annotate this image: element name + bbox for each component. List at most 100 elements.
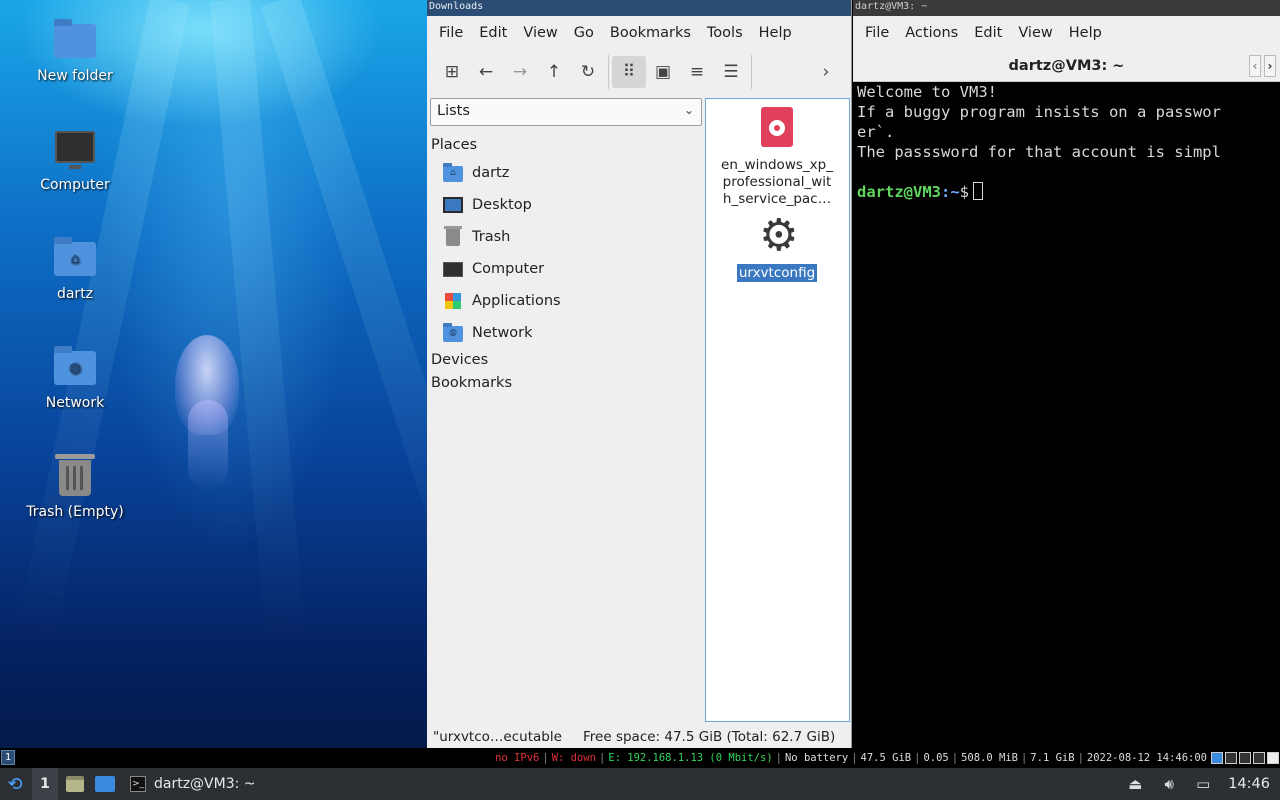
desktop-icon-computer[interactable]: Computer — [20, 127, 130, 193]
icon-view-icon[interactable]: ⠿ — [612, 56, 646, 88]
task-terminal[interactable]: >_ dartz@VM3: ~ — [124, 768, 284, 800]
chevron-right-icon[interactable]: › — [1264, 55, 1276, 77]
menu-file[interactable]: File — [431, 25, 471, 41]
place-trash[interactable]: Trash — [443, 223, 510, 251]
menu-view[interactable]: View — [515, 25, 565, 41]
window-title: Downloads — [427, 0, 851, 16]
taskbar: ⟲ 1 >_ dartz@VM3: ~ ⏏ 🔊︎ ▭ 14:46 — [0, 768, 1280, 800]
ethernet-status: E: 192.168.1.13 (0 Mbit/s) — [608, 752, 773, 764]
up-icon[interactable]: ↑ — [537, 56, 571, 88]
tray-window-icon[interactable] — [1253, 752, 1265, 764]
detailed-view-icon[interactable]: ☰ — [714, 56, 748, 88]
terminal-prompt: dartz@VM3:~$ — [857, 182, 1275, 202]
desktop-icon-trash[interactable]: Trash (Empty) — [20, 454, 130, 520]
removable-media-icon[interactable]: ⏏ — [1126, 775, 1144, 793]
light-ray — [15, 0, 190, 640]
place-label: Applications — [472, 293, 561, 309]
quicklaunch-show-desktop[interactable] — [92, 768, 118, 800]
menu-tools[interactable]: Tools — [699, 25, 751, 41]
status-selection: "urxvtco…ecutable — [433, 729, 562, 745]
desktop-pager[interactable]: 1 — [32, 768, 58, 800]
show-desktop-tray-icon[interactable]: ▭ — [1194, 775, 1212, 793]
desktop-icon — [443, 197, 463, 213]
menu-view[interactable]: View — [1010, 25, 1060, 41]
place-label: Computer — [472, 261, 545, 277]
prompt-path: :~ — [941, 183, 960, 201]
workspace-indicator[interactable]: 1 — [1, 750, 15, 765]
section-places[interactable]: Places — [431, 137, 477, 153]
tray-window-icon[interactable] — [1239, 752, 1251, 764]
chevron-right-icon[interactable]: › — [809, 56, 843, 88]
thumbnail-view-icon[interactable]: ▣ — [646, 56, 680, 88]
file-view[interactable]: en_windows_xp_ professional_wit h_servic… — [705, 98, 850, 722]
terminal-line: The passsword for that account is simpl — [857, 143, 1221, 161]
terminal-line: Welcome to VM3! — [857, 83, 997, 101]
toolbar-separator — [608, 55, 609, 89]
file-manager-icon — [66, 776, 84, 792]
show-desktop-icon — [95, 776, 115, 792]
desktop-icon-network[interactable]: ◍ Network — [20, 345, 130, 411]
terminal-cursor — [973, 182, 984, 200]
terminal-line: If a buggy program insists on a passwor — [857, 103, 1221, 121]
menu-file[interactable]: File — [857, 25, 897, 41]
toolbar: ⊞ ← → ↑ ↻ ⠿ ▣ ≡ ☰ › — [427, 50, 851, 94]
section-devices[interactable]: Devices — [431, 352, 488, 368]
terminal-output[interactable]: Welcome to VM3! If a buggy program insist… — [857, 82, 1275, 742]
menu-actions[interactable]: Actions — [897, 25, 966, 41]
chevron-down-icon: ⌄ — [683, 103, 694, 117]
trash-icon — [444, 226, 462, 246]
desktop-icon-label: Network — [45, 395, 105, 411]
file-name-selected: urxvtconfig — [736, 264, 818, 282]
menu-go[interactable]: Go — [566, 25, 602, 41]
compact-view-icon[interactable]: ≡ — [680, 56, 714, 88]
menu-help[interactable]: Help — [751, 25, 800, 41]
tab-bar: dartz@VM3: ~ ‹ › — [853, 50, 1280, 82]
menu-bookmarks[interactable]: Bookmarks — [602, 25, 699, 41]
tray-document-icon[interactable] — [1267, 752, 1279, 764]
start-menu-icon[interactable]: ⟲ — [0, 768, 30, 800]
new-tab-icon[interactable]: ⊞ — [435, 56, 469, 88]
battery-status: No battery — [784, 752, 849, 764]
tray-desktop-icon[interactable] — [1211, 752, 1223, 764]
place-desktop[interactable]: Desktop — [443, 191, 532, 219]
place-label: Desktop — [472, 197, 532, 213]
tab-terminal[interactable]: dartz@VM3: ~ — [1009, 58, 1125, 74]
prompt-symbol: $ — [959, 183, 970, 201]
place-home[interactable]: ⌂ dartz — [443, 159, 509, 187]
side-pane: Lists ⌄ Places ⌂ dartz Desktop Trash Com… — [429, 96, 702, 721]
file-name-line: h_service_pac… — [722, 191, 832, 207]
file-manager-window: Downloads File Edit View Go Bookmarks To… — [427, 0, 852, 748]
disc-image-icon — [761, 107, 793, 147]
disk-status: 47.5 GiB — [860, 752, 912, 764]
side-pane-mode-select[interactable]: Lists ⌄ — [430, 98, 702, 126]
reload-icon[interactable]: ↻ — [571, 56, 605, 88]
clock[interactable]: 14:46 — [1228, 776, 1270, 792]
tray-window-icon[interactable] — [1225, 752, 1237, 764]
file-item-iso[interactable]: en_windows_xp_ professional_wit h_servic… — [712, 107, 842, 208]
place-label: Trash — [472, 229, 511, 245]
volume-icon[interactable]: 🔊︎ — [1160, 775, 1178, 793]
jellyfish-tail — [188, 400, 228, 490]
computer-icon — [443, 262, 463, 277]
side-pane-mode-value: Lists — [437, 103, 470, 119]
quicklaunch-file-manager[interactable] — [62, 768, 88, 800]
terminal-icon: >_ — [130, 776, 146, 792]
desktop-icon-new-folder[interactable]: New folder — [20, 18, 130, 84]
file-item-urxvtconfig[interactable]: ⚙ urxvtconfig — [712, 214, 842, 282]
trash-icon — [55, 454, 95, 496]
chevron-left-icon[interactable]: ‹ — [1249, 55, 1261, 77]
menubar: File Edit View Go Bookmarks Tools Help — [427, 16, 851, 50]
place-applications[interactable]: Applications — [443, 287, 561, 315]
desktop-icon-home[interactable]: ⌂ dartz — [20, 236, 130, 302]
back-icon[interactable]: ← — [469, 56, 503, 88]
menu-edit[interactable]: Edit — [471, 25, 515, 41]
menu-help[interactable]: Help — [1061, 25, 1110, 41]
section-bookmarks[interactable]: Bookmarks — [431, 375, 512, 391]
place-network[interactable]: ◍ Network — [443, 319, 533, 347]
network-folder-icon: ◍ — [443, 323, 463, 342]
swap-status: 7.1 GiB — [1030, 752, 1075, 764]
forward-icon[interactable]: → — [503, 56, 537, 88]
menu-edit[interactable]: Edit — [966, 25, 1010, 41]
place-computer[interactable]: Computer — [443, 255, 544, 283]
